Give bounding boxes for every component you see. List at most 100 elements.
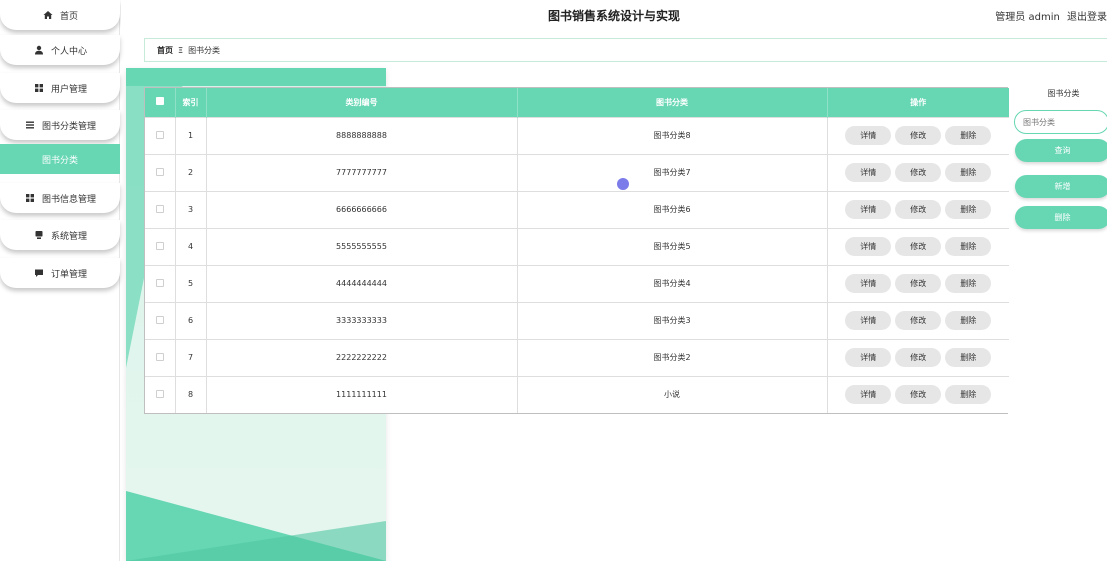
row-category: 图书分类7 <box>517 153 828 191</box>
grid-icon <box>24 192 36 204</box>
row-code: 6666666666 <box>206 190 518 228</box>
detail-button[interactable]: 详情 <box>845 311 892 330</box>
detail-button[interactable]: 详情 <box>845 348 892 367</box>
sidebar-item-home[interactable]: 首页 <box>0 0 120 30</box>
detail-button[interactable]: 详情 <box>845 200 892 219</box>
user-role: 管理员 admin <box>995 12 1060 23</box>
breadcrumb-separator: Ξ <box>178 45 184 55</box>
row-select-cell <box>145 264 176 302</box>
sidebar-item-book-info[interactable]: 图书信息管理 <box>0 183 120 213</box>
edit-button[interactable]: 修改 <box>895 311 942 330</box>
breadcrumb: 首页 Ξ 图书分类 <box>144 38 1107 62</box>
row-actions: 详情 修改 删除 <box>827 153 1009 191</box>
delete-button[interactable]: 删除 <box>945 126 992 145</box>
row-checkbox[interactable] <box>155 315 164 324</box>
sidebar-item-label: 订单管理 <box>50 269 87 280</box>
chat-icon <box>33 267 45 279</box>
edit-button[interactable]: 修改 <box>895 385 942 405</box>
detail-button[interactable]: 详情 <box>845 237 892 256</box>
sidebar-item-label: 首页 <box>59 11 78 22</box>
row-actions: 详情 修改 删除 <box>827 116 1009 154</box>
row-checkbox[interactable] <box>155 167 164 176</box>
select-all-checkbox[interactable] <box>155 97 164 106</box>
detail-button[interactable]: 详情 <box>845 274 892 293</box>
sidebar-item-category-management[interactable]: 图书分类管理 <box>0 110 120 140</box>
table-header-row: 索引 类别编号 图书分类 操作 <box>145 88 1009 117</box>
row-actions: 详情 修改 删除 <box>827 264 1009 302</box>
detail-button[interactable]: 详情 <box>845 385 892 405</box>
row-code: 1111111111 <box>206 375 518 413</box>
row-checkbox[interactable] <box>155 389 164 398</box>
search-input[interactable] <box>1014 110 1107 134</box>
row-code: 4444444444 <box>206 264 518 302</box>
sidebar-item-users[interactable]: 用户管理 <box>0 73 120 103</box>
row-checkbox[interactable] <box>155 241 164 250</box>
sidebar-item-system[interactable]: 系统管理 <box>0 220 120 250</box>
sidebar-item-profile[interactable]: 个人中心 <box>0 35 120 65</box>
table-row: 1 8888888888 图书分类8 详情 修改 删除 <box>145 116 1009 154</box>
delete-button[interactable]: 删除 <box>945 274 992 293</box>
row-category: 图书分类2 <box>517 338 828 376</box>
row-checkbox[interactable] <box>155 278 164 287</box>
sidebar: 首页 个人中心 用户管理 图书分类管理 图书分类 图书信息管理 系统管理 订单管… <box>0 0 120 561</box>
edit-button[interactable]: 修改 <box>895 348 942 367</box>
logout-link[interactable]: 退出登录 <box>1067 12 1107 23</box>
delete-button[interactable]: 删除 <box>945 348 992 367</box>
row-select-cell <box>145 227 176 265</box>
search-panel: 图书分类 查询 新增 删除 <box>1014 88 1107 229</box>
row-checkbox[interactable] <box>155 352 164 361</box>
sidebar-item-label: 图书分类 <box>41 155 78 166</box>
column-header-code: 类别编号 <box>206 88 518 117</box>
row-checkbox[interactable] <box>155 204 164 213</box>
decor-shape <box>126 521 386 561</box>
row-category: 图书分类6 <box>517 190 828 228</box>
column-header-index: 索引 <box>175 88 207 117</box>
delete-button[interactable]: 删除 <box>945 163 992 182</box>
row-code: 5555555555 <box>206 227 518 265</box>
row-select-cell <box>145 375 176 413</box>
sidebar-item-label: 用户管理 <box>50 84 87 95</box>
mouse-cursor <box>617 178 629 190</box>
grid-icon <box>33 82 45 94</box>
edit-button[interactable]: 修改 <box>895 274 942 293</box>
sidebar-item-label: 系统管理 <box>50 231 87 242</box>
row-category: 小说 <box>517 375 828 413</box>
batch-delete-button[interactable]: 删除 <box>1015 206 1107 229</box>
row-code: 7777777777 <box>206 153 518 191</box>
row-actions: 详情 修改 删除 <box>827 190 1009 228</box>
row-select-cell <box>145 153 176 191</box>
row-index: 3 <box>175 190 207 228</box>
top-header: 图书销售系统设计与实现 管理员 admin 退出登录 <box>121 0 1107 30</box>
category-table: 索引 类别编号 图书分类 操作 1 8888888888 图书分类8 详情 修改 删除 2 7… <box>144 87 1009 414</box>
edit-button[interactable]: 修改 <box>895 237 942 256</box>
row-checkbox[interactable] <box>155 130 164 139</box>
app-title: 图书销售系统设计与实现 <box>547 9 680 23</box>
delete-button[interactable]: 删除 <box>945 311 992 330</box>
delete-button[interactable]: 删除 <box>945 200 992 219</box>
home-icon <box>42 9 54 21</box>
detail-button[interactable]: 详情 <box>845 163 892 182</box>
query-button[interactable]: 查询 <box>1015 139 1107 162</box>
column-header-ops: 操作 <box>910 97 927 107</box>
row-select-cell <box>145 338 176 376</box>
delete-button[interactable]: 删除 <box>945 385 992 405</box>
edit-button[interactable]: 修改 <box>895 163 942 182</box>
breadcrumb-home[interactable]: 首页 <box>157 45 173 56</box>
sidebar-item-category[interactable]: 图书分类 <box>0 144 120 174</box>
detail-button[interactable]: 详情 <box>845 126 892 145</box>
table-row: 2 7777777777 图书分类7 详情 修改 删除 <box>145 153 1009 191</box>
row-select-cell <box>145 116 176 154</box>
row-index: 5 <box>175 264 207 302</box>
row-select-cell <box>145 301 176 339</box>
sidebar-item-orders[interactable]: 订单管理 <box>0 258 120 288</box>
row-actions: 详情 修改 删除 <box>827 301 1009 339</box>
edit-button[interactable]: 修改 <box>895 126 942 145</box>
table-row: 5 4444444444 图书分类4 详情 修改 删除 <box>145 264 1009 302</box>
add-button[interactable]: 新增 <box>1015 175 1107 198</box>
sidebar-item-label: 图书分类管理 <box>41 121 96 132</box>
row-index: 1 <box>175 116 207 154</box>
row-code: 8888888888 <box>206 116 518 154</box>
delete-button[interactable]: 删除 <box>945 237 992 256</box>
edit-button[interactable]: 修改 <box>895 200 942 219</box>
user-icon <box>33 44 45 56</box>
